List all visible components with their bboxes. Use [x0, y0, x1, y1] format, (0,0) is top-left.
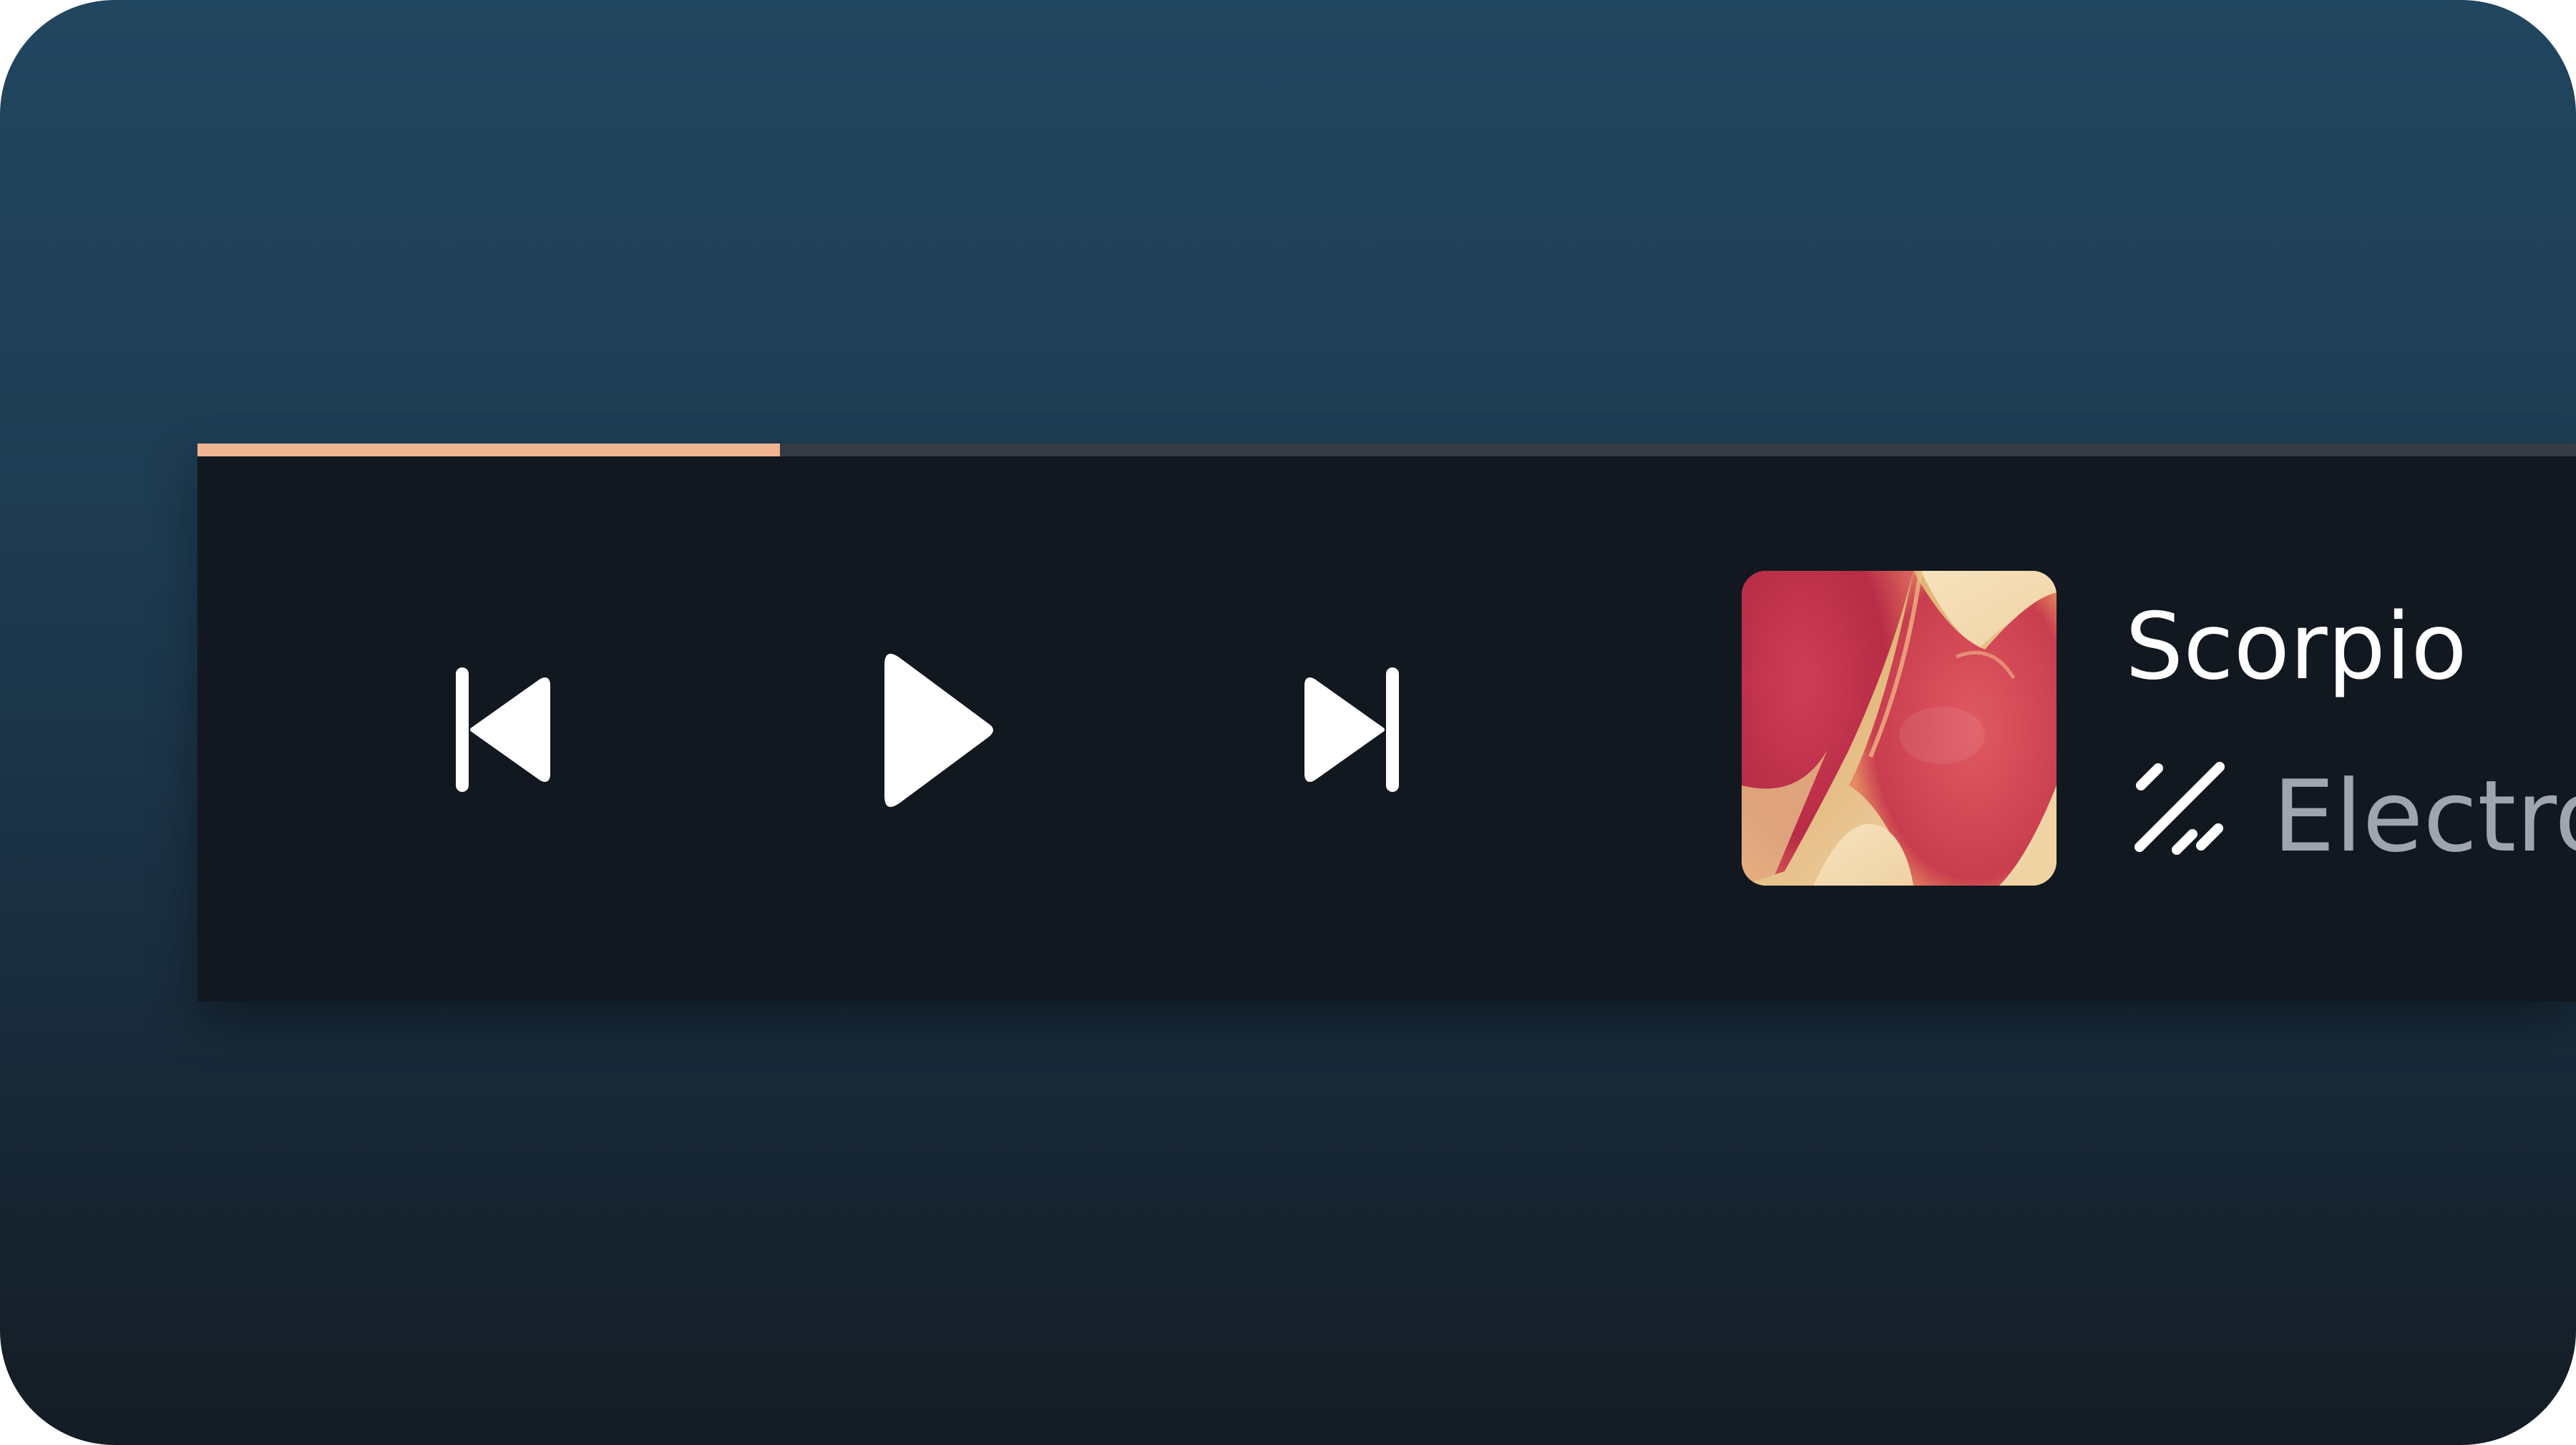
- album-art-image: [1742, 571, 2057, 886]
- play-button[interactable]: [856, 637, 1013, 823]
- album-art[interactable]: [1742, 571, 2057, 886]
- media-player-bar: Scorpio Electro: [197, 444, 2576, 1001]
- skip-next-icon: [1304, 667, 1399, 792]
- app-window: Scorpio Electro: [0, 0, 2576, 1445]
- track-title: Scorpio: [2125, 594, 2467, 700]
- track-genre: Electro: [2273, 759, 2576, 874]
- skip-previous-icon: [456, 667, 550, 792]
- progress-fill: [197, 444, 781, 456]
- previous-track-button[interactable]: [426, 658, 555, 801]
- play-icon: [884, 653, 993, 808]
- next-track-button[interactable]: [1299, 658, 1428, 801]
- progress-bar[interactable]: [197, 444, 2576, 456]
- sparkle-lines-icon: [2135, 762, 2225, 855]
